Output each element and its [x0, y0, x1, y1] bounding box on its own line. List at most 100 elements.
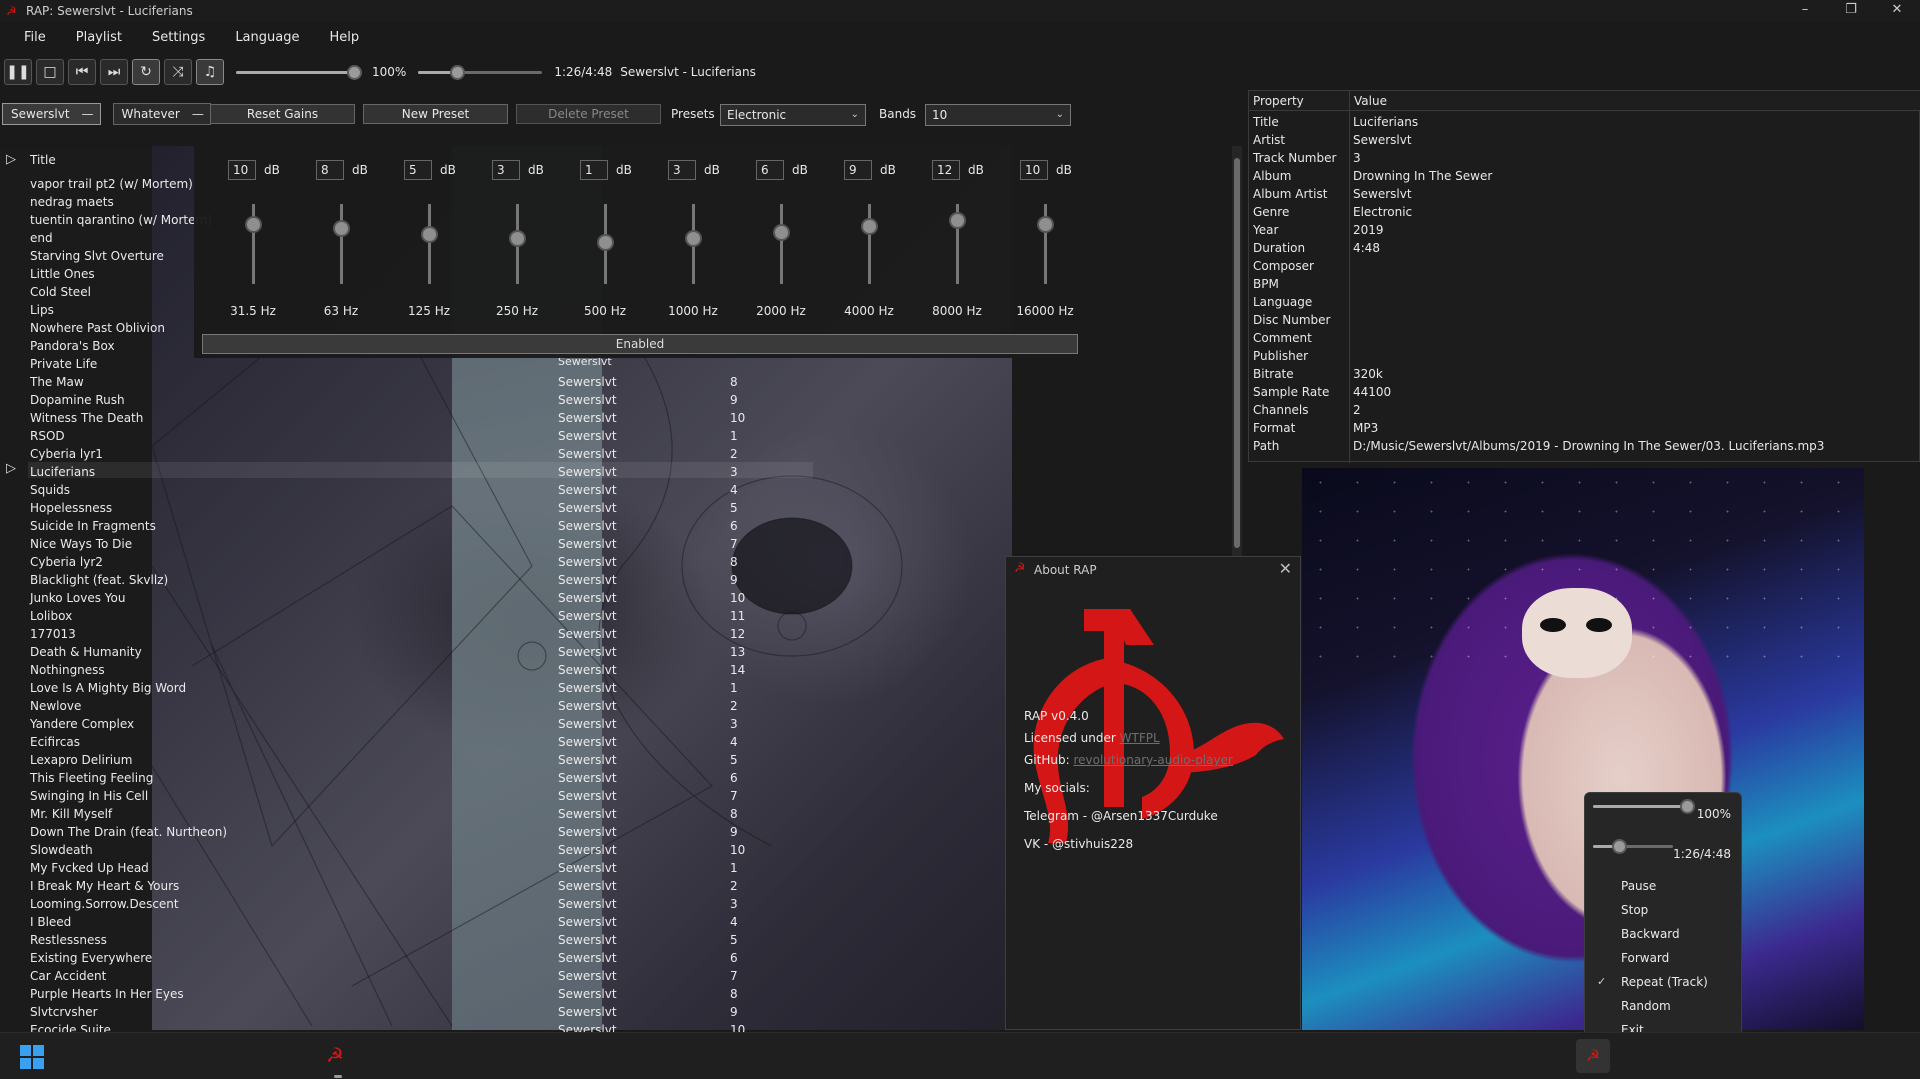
progress-slider[interactable] — [418, 59, 543, 85]
tab-close-icon[interactable]: — — [192, 107, 204, 121]
track-title[interactable]: 177013 — [30, 627, 76, 641]
track-title[interactable]: Private Life — [30, 357, 97, 371]
property-row[interactable]: BPM — [1249, 275, 1920, 293]
property-row[interactable]: Year 2019 — [1249, 221, 1920, 239]
tray-rap-icon[interactable]: ☭ — [1576, 1039, 1610, 1073]
tray-menu-item-forward[interactable]: Forward — [1621, 951, 1669, 965]
tray-volume-slider[interactable] — [1593, 793, 1695, 819]
properties-header-value[interactable]: Value — [1350, 91, 1920, 111]
track-title[interactable]: Car Accident — [30, 969, 106, 983]
track-title[interactable]: Death & Humanity — [30, 645, 142, 659]
menu-file[interactable]: File — [12, 26, 58, 50]
property-row[interactable]: Comment — [1249, 329, 1920, 347]
property-row[interactable]: Album Artist Sewerslvt — [1249, 185, 1920, 203]
track-title[interactable]: Slowdeath — [30, 843, 93, 857]
track-title[interactable]: Cyberia lyr2 — [30, 555, 103, 569]
tab-close-icon[interactable]: — — [82, 107, 94, 121]
menu-language[interactable]: Language — [223, 26, 311, 50]
property-row[interactable]: Artist Sewerslvt — [1249, 131, 1920, 149]
eq-band-slider-track[interactable] — [868, 204, 871, 284]
pause-button[interactable]: ❚❚ — [4, 59, 32, 85]
tray-menu-item-backward[interactable]: Backward — [1621, 927, 1680, 941]
eq-band-gain-input[interactable]: 3 — [668, 160, 696, 180]
eq-band-slider-track[interactable] — [340, 204, 343, 284]
eq-band-slider-thumb[interactable] — [333, 220, 350, 237]
track-title[interactable]: Nowhere Past Oblivion — [30, 321, 165, 335]
delete-preset-button[interactable]: Delete Preset — [516, 104, 661, 124]
track-title[interactable]: Suicide In Fragments — [30, 519, 156, 533]
eq-band-slider-track[interactable] — [428, 204, 431, 284]
track-title[interactable]: nedrag maets — [30, 195, 114, 209]
eq-band-slider-thumb[interactable] — [509, 230, 526, 247]
track-title[interactable]: Cold Steel — [30, 285, 91, 299]
eq-band-gain-input[interactable]: 8 — [316, 160, 344, 180]
tray-menu-item-stop[interactable]: Stop — [1621, 903, 1648, 917]
close-window-button[interactable]: ✕ — [1874, 0, 1920, 22]
property-row[interactable]: Language — [1249, 293, 1920, 311]
eq-band-slider-thumb[interactable] — [421, 226, 438, 243]
shuffle-button[interactable]: ⤨ — [164, 59, 192, 85]
minimize-button[interactable]: – — [1782, 0, 1828, 22]
tray-volume-thumb[interactable] — [1680, 799, 1695, 814]
tray-menu-item-pause[interactable]: Pause — [1621, 879, 1656, 893]
property-row[interactable]: Sample Rate 44100 — [1249, 383, 1920, 401]
property-row[interactable]: Disc Number — [1249, 311, 1920, 329]
track-title[interactable]: I Break My Heart & Yours — [30, 879, 179, 893]
tray-progress-thumb[interactable] — [1611, 839, 1627, 854]
scrollbar-thumb[interactable] — [1234, 158, 1240, 548]
track-title[interactable]: I Bleed — [30, 915, 71, 929]
track-title[interactable]: Squids — [30, 483, 70, 497]
property-row[interactable]: Channels 2 — [1249, 401, 1920, 419]
menu-help[interactable]: Help — [317, 26, 371, 50]
property-row[interactable]: Publisher — [1249, 347, 1920, 365]
track-title[interactable]: Hopelessness — [30, 501, 112, 515]
track-title[interactable]: Newlove — [30, 699, 81, 713]
stop-button[interactable]: □ — [36, 59, 64, 85]
track-title[interactable]: Love Is A Mighty Big Word — [30, 681, 186, 695]
track-title[interactable]: Dopamine Rush — [30, 393, 125, 407]
track-title[interactable]: Looming.Sorrow.Descent — [30, 897, 179, 911]
forward-button[interactable]: ⏭ — [100, 59, 128, 85]
equalizer-toggle-button[interactable]: ♫ — [196, 59, 224, 85]
track-title[interactable]: Cyberia lyr1 — [30, 447, 103, 461]
track-title[interactable]: Down The Drain (feat. Nurtheon) — [30, 825, 227, 839]
eq-band-slider-track[interactable] — [780, 204, 783, 284]
track-title[interactable]: Yandere Complex — [30, 717, 134, 731]
new-preset-button[interactable]: New Preset — [363, 104, 508, 124]
windows-start-icon[interactable] — [20, 1045, 44, 1069]
eq-band-gain-input[interactable]: 1 — [580, 160, 608, 180]
properties-header-property[interactable]: Property — [1249, 91, 1350, 111]
property-row[interactable]: Composer — [1249, 257, 1920, 275]
track-title[interactable]: This Fleeting Feeling — [30, 771, 153, 785]
bands-select[interactable]: 10 ⌄ — [925, 104, 1071, 126]
repeat-button[interactable]: ↻ — [132, 59, 160, 85]
taskbar-rap-app-icon[interactable]: ☭ — [326, 1043, 344, 1067]
track-title[interactable]: Restlessness — [30, 933, 107, 947]
property-row[interactable]: Track Number 3 — [1249, 149, 1920, 167]
eq-band-gain-input[interactable]: 10 — [228, 160, 256, 180]
github-link[interactable]: revolutionary-audio-player — [1073, 753, 1232, 767]
track-title[interactable]: My Fvcked Up Head — [30, 861, 149, 875]
eq-band-gain-input[interactable]: 5 — [404, 160, 432, 180]
track-title[interactable]: RSOD — [30, 429, 65, 443]
track-title[interactable]: Lips — [30, 303, 54, 317]
license-link[interactable]: WTFPL — [1120, 731, 1160, 745]
column-header-title[interactable]: Title — [30, 153, 56, 167]
track-title[interactable]: Mr. Kill Myself — [30, 807, 112, 821]
track-title[interactable]: Blacklight (feat. Skvllz) — [30, 573, 168, 587]
track-title[interactable]: end — [30, 231, 53, 245]
tab-sewerslvt[interactable]: Sewerslvt — — [2, 103, 101, 125]
menu-playlist[interactable]: Playlist — [64, 26, 134, 50]
property-row[interactable]: Path D:/Music/Sewerslvt/Albums/2019 - Dro… — [1249, 437, 1920, 455]
eq-band-gain-input[interactable]: 6 — [756, 160, 784, 180]
track-title[interactable]: Lexapro Delirium — [30, 753, 132, 767]
track-title[interactable]: vapor trail pt2 (w/ Mortem) — [30, 177, 193, 191]
eq-band-slider-thumb[interactable] — [861, 218, 878, 235]
tray-progress-slider[interactable] — [1593, 833, 1673, 859]
maximize-button[interactable]: ❐ — [1828, 0, 1874, 22]
eq-enabled-toggle[interactable]: Enabled — [202, 334, 1078, 354]
track-title[interactable]: Ecifircas — [30, 735, 80, 749]
eq-band-gain-input[interactable]: 10 — [1020, 160, 1048, 180]
track-title[interactable]: Purple Hearts In Her Eyes — [30, 987, 184, 1001]
track-title[interactable]: Swinging In His Cell — [30, 789, 148, 803]
